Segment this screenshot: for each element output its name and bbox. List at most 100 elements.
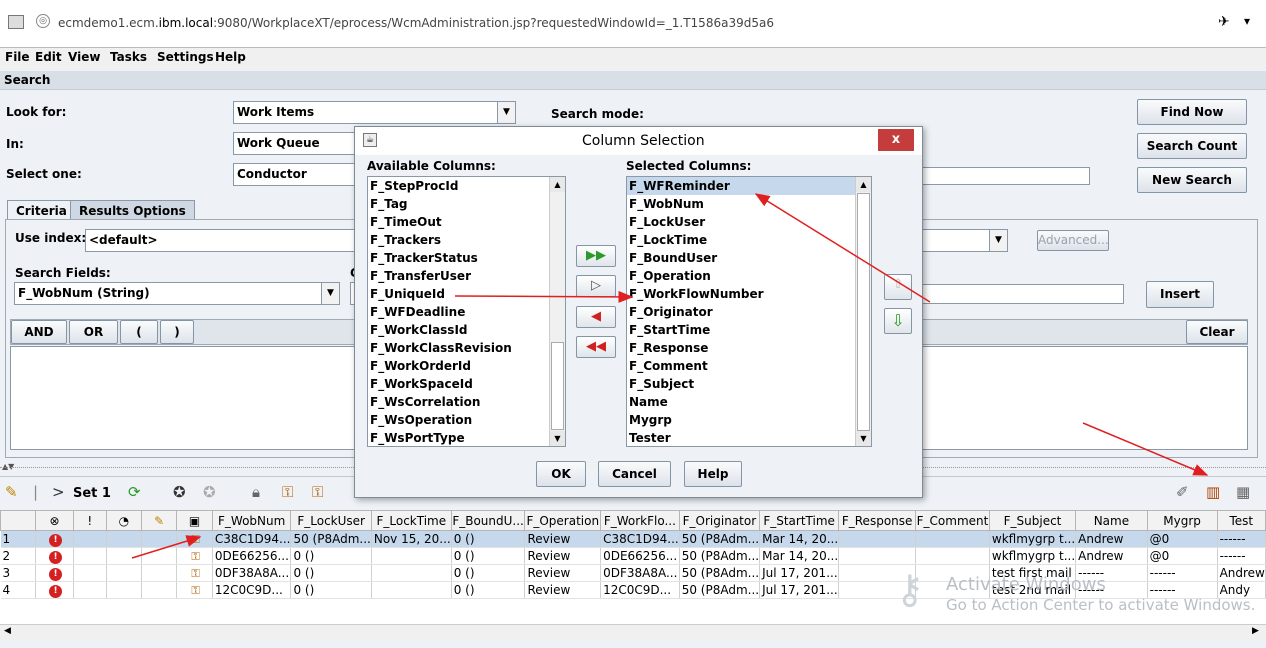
dialog-titlebar[interactable]: ☕ Column Selection x (355, 127, 922, 155)
chevron-down-icon[interactable]: ▼ (989, 230, 1007, 251)
table-row[interactable]: 2! ⚿ 0DE66256... 0 () 0 () Review 0DE66256... 5… (0, 547, 1266, 565)
edit-columns-icon[interactable]: ✐ (1176, 484, 1189, 500)
column-header-f-wobnum[interactable]: F_WobNum (211, 510, 292, 531)
list-item[interactable]: Mygrp (627, 411, 871, 429)
list-item[interactable]: F_Comment (627, 357, 871, 375)
table-row[interactable]: 1! ⚿ C38C1D94... 50 (P8Adm... Nov 15, 20... 0… (0, 530, 1266, 548)
chevron-right-icon[interactable]: > (52, 484, 65, 500)
help-button[interactable]: Help (684, 461, 742, 487)
new-search-button[interactable]: New Search (1137, 167, 1247, 193)
cancel-button[interactable]: Cancel (598, 461, 671, 487)
url-text[interactable]: ecmdemo1.ecm.ibm.local:9080/WorkplaceXT/… (58, 16, 774, 30)
menu-view[interactable]: View (68, 50, 100, 64)
extension-icon[interactable]: ✈ (1218, 14, 1230, 30)
list-item[interactable]: F_UniqueId (368, 285, 565, 303)
column-header-f-starttime[interactable]: F_StartTime (759, 510, 840, 531)
selected-scrollbar[interactable]: ▲ ▼ (855, 177, 871, 446)
in-select[interactable]: Work Queue (233, 132, 363, 155)
available-scrollbar[interactable]: ▲ ▼ (549, 177, 565, 446)
column-header-f-response[interactable]: F_Response (838, 510, 917, 531)
menu-edit[interactable]: Edit (35, 50, 62, 64)
column-header-deadline[interactable]: ◔ (105, 510, 143, 531)
horizontal-scrollbar[interactable]: ◀ ▶ (0, 624, 1266, 640)
list-item[interactable]: F_Response (627, 339, 871, 357)
list-item[interactable]: Tester (627, 429, 871, 446)
menu-help[interactable]: Help (215, 50, 246, 64)
menu-tasks[interactable]: Tasks (110, 50, 147, 64)
list-item[interactable]: F_WorkClassId (368, 321, 565, 339)
column-header-f-operation[interactable]: F_Operation (524, 510, 602, 531)
list-item[interactable]: F_WobNum (627, 195, 871, 213)
add-all-button[interactable]: ▶▶ (576, 245, 616, 267)
list-item[interactable]: F_BoundUser (627, 249, 871, 267)
column-header-status[interactable]: ⊗ (35, 510, 74, 531)
chevron-down-icon[interactable]: ▼ (321, 283, 339, 304)
lock-icon[interactable]: 🔒︎ (252, 484, 260, 500)
list-item[interactable]: F_LockUser (627, 213, 871, 231)
scroll-right-icon[interactable]: ▶ (1252, 626, 1259, 636)
column-header-priority[interactable]: ! (72, 510, 107, 531)
list-item[interactable]: F_LockTime (627, 231, 871, 249)
remove-button[interactable]: ◀ (576, 306, 616, 328)
list-item[interactable]: F_TransferUser (368, 267, 565, 285)
and-button[interactable]: AND (11, 320, 67, 344)
use-index-select[interactable]: <default> (85, 229, 355, 252)
column-header-f-bounduser[interactable]: F_BoundU... (450, 510, 526, 531)
list-item[interactable]: F_Tag (368, 195, 565, 213)
lock-user-icon[interactable]: ⚿ (282, 484, 293, 500)
scroll-up-icon[interactable]: ▲ (856, 177, 871, 192)
open-paren-button[interactable]: ( (120, 320, 158, 344)
scroll-down-icon[interactable]: ▼ (550, 431, 565, 446)
table-icon[interactable]: ▦ (1236, 484, 1250, 500)
look-for-select[interactable]: Work Items ▼ (233, 101, 516, 124)
list-item[interactable]: F_TrackerStatus (368, 249, 565, 267)
insert-button[interactable]: Insert (1146, 281, 1214, 308)
list-item[interactable]: F_StepProcId (368, 177, 565, 195)
search-mode-field[interactable] (922, 167, 1090, 185)
column-header-tester[interactable]: Test (1216, 510, 1266, 531)
ok-button[interactable]: OK (536, 461, 586, 487)
list-item[interactable]: F_WFDeadline (368, 303, 565, 321)
scroll-thumb[interactable] (551, 342, 564, 430)
list-item[interactable]: F_WsOperation (368, 411, 565, 429)
menu-file[interactable]: File (5, 50, 30, 64)
scroll-up-icon[interactable]: ▲ (550, 177, 565, 192)
column-header-f-workflownumber[interactable]: F_WorkFlo... (600, 510, 680, 531)
process-icon[interactable]: ✪ (173, 484, 186, 500)
list-item[interactable]: F_Operation (627, 267, 871, 285)
pencil-icon[interactable]: ✎ (5, 484, 18, 500)
select-one-select[interactable]: Conductor (233, 163, 363, 186)
column-header-f-comment[interactable]: F_Comment (915, 510, 990, 531)
scroll-down-icon[interactable]: ▼ (856, 431, 871, 446)
find-now-button[interactable]: Find Now (1137, 99, 1247, 125)
list-item[interactable]: F_WorkSpaceId (368, 375, 565, 393)
list-item[interactable]: F_Trackers (368, 231, 565, 249)
column-header-mygrp[interactable]: Mygrp (1146, 510, 1218, 531)
list-item[interactable]: F_Originator (627, 303, 871, 321)
column-header-f-locktime[interactable]: F_LockTime (370, 510, 452, 531)
move-up-button[interactable]: ⇧ (884, 274, 912, 300)
list-item[interactable]: F_TimeOut (368, 213, 565, 231)
list-item[interactable]: F_WsPortType (368, 429, 565, 446)
remove-all-button[interactable]: ◀◀ (576, 336, 616, 358)
list-item[interactable]: Name (627, 393, 871, 411)
move-down-button[interactable]: ⇩ (884, 308, 912, 334)
column-header-row-number[interactable] (0, 510, 37, 531)
unlock-user-icon[interactable]: ⚿ (312, 484, 323, 500)
process-disabled-icon[interactable]: ✪ (203, 484, 216, 500)
search-fields-select[interactable]: F_WobNum (String) ▼ (14, 282, 340, 305)
column-header-f-originator[interactable]: F_Originator (678, 510, 761, 531)
or-button[interactable]: OR (69, 320, 118, 344)
use-index-select-end[interactable]: ▼ (922, 229, 1008, 252)
column-selection-icon[interactable]: ▥ (1206, 484, 1220, 500)
available-columns-list[interactable]: F_StepProcId F_Tag F_TimeOut F_Trackers F_Tr… (367, 176, 566, 447)
chevron-down-icon[interactable]: ▼ (497, 102, 515, 123)
add-button[interactable]: ▷ (576, 275, 616, 297)
list-item[interactable]: F_WorkClassRevision (368, 339, 565, 357)
column-header-f-lockuser[interactable]: F_LockUser (290, 510, 372, 531)
scroll-left-icon[interactable]: ◀ (4, 626, 11, 636)
list-item[interactable]: F_StartTime (627, 321, 871, 339)
tab-criteria[interactable]: Criteria (7, 200, 76, 221)
tab-results-options[interactable]: Results Options (70, 200, 195, 221)
column-header-f-subject[interactable]: F_Subject (988, 510, 1077, 531)
